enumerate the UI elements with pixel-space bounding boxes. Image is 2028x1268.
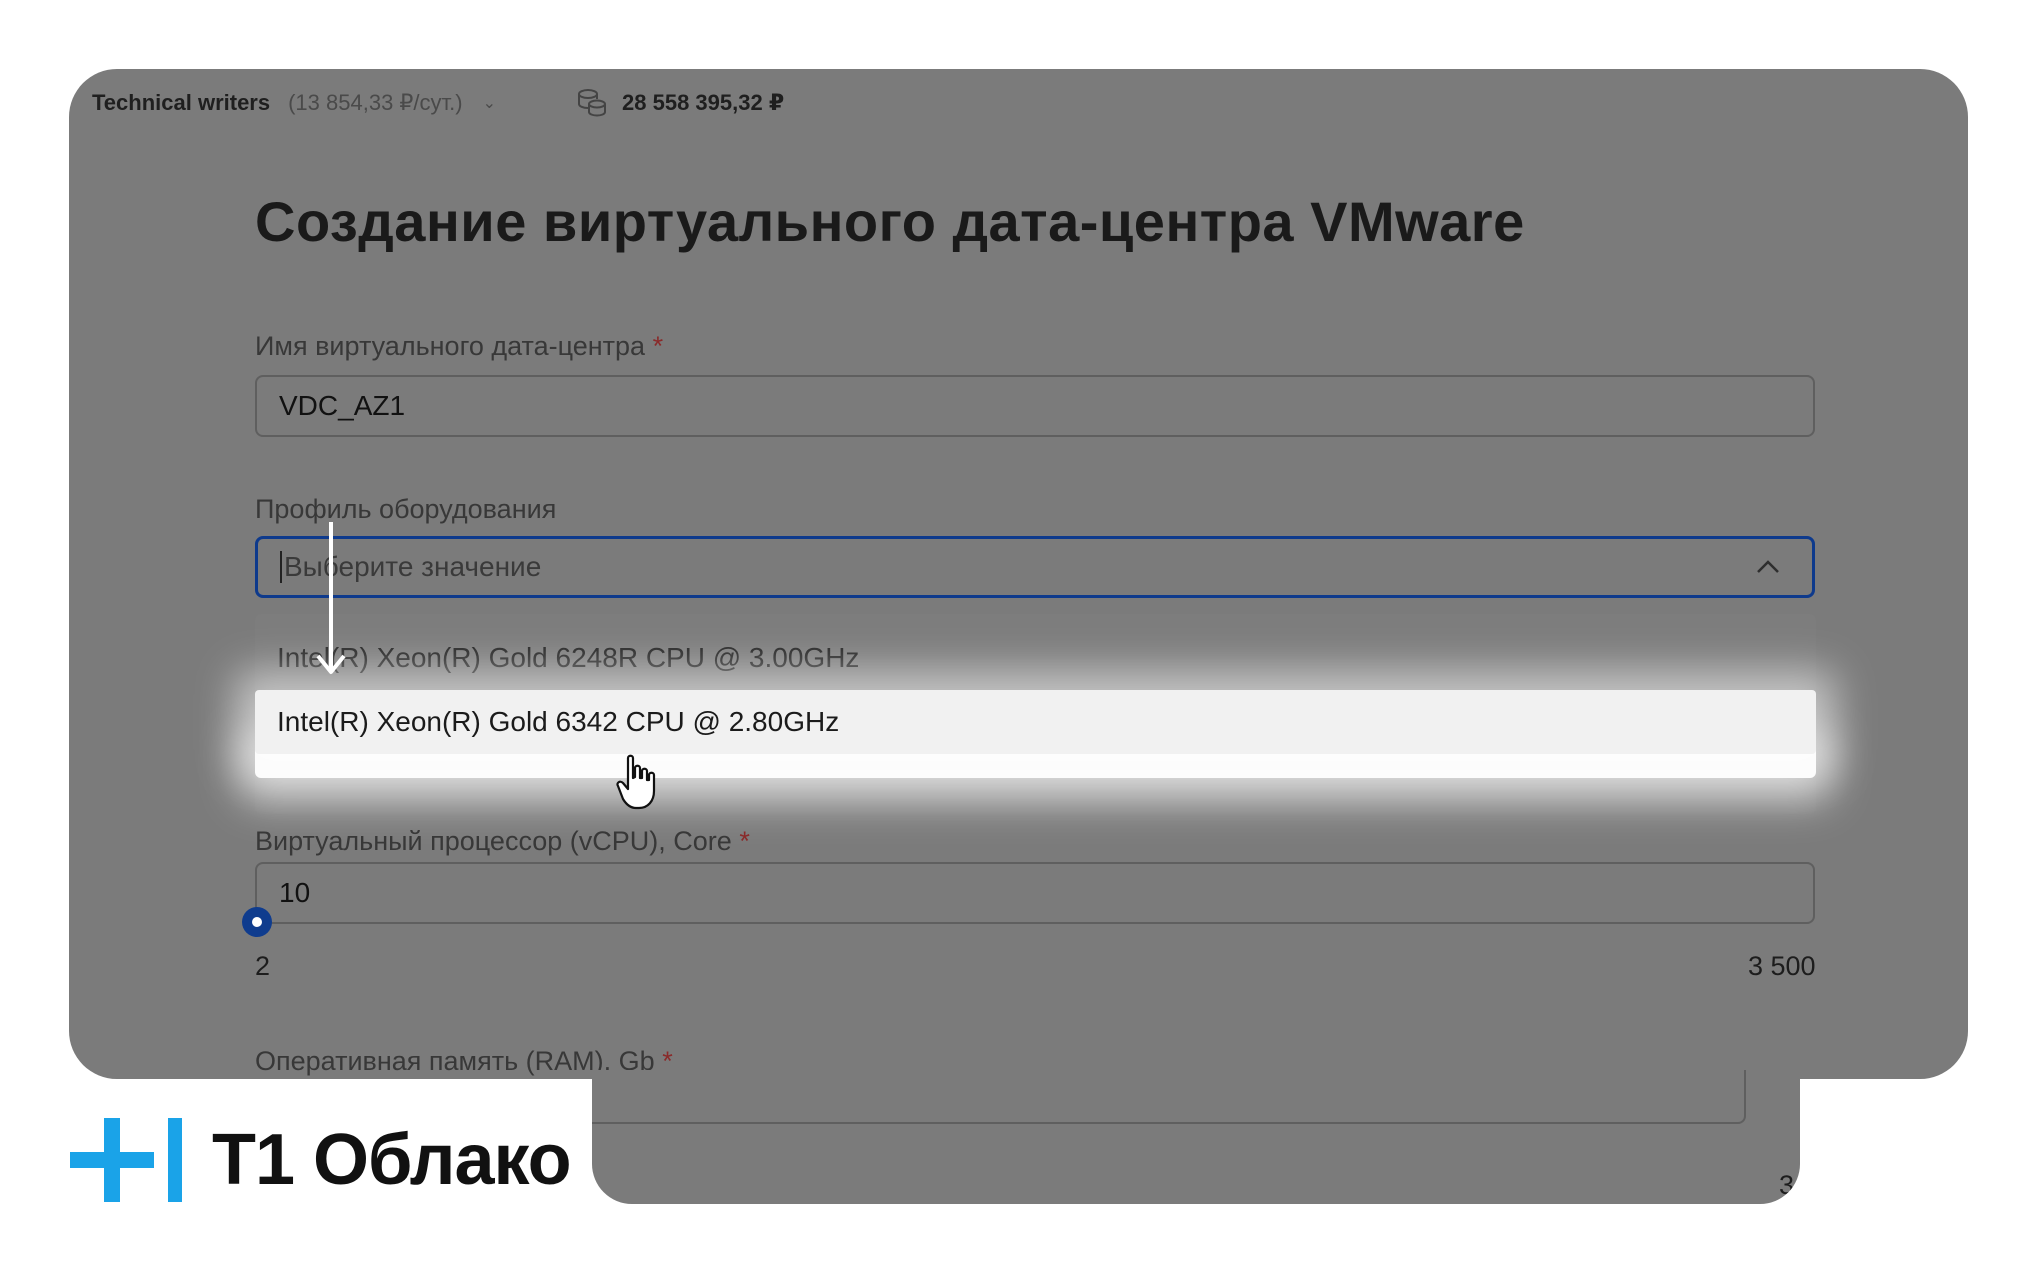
vdc-name-value: VDC_AZ1	[279, 390, 406, 421]
ram-input[interactable]	[592, 1070, 1746, 1124]
hardware-profile-select[interactable]: Выберите значение	[255, 536, 1815, 598]
page-title: Создание виртуального дата-центра VMware	[255, 190, 1525, 253]
brand-name: T1 Облако	[212, 1120, 572, 1200]
hand-cursor-icon	[616, 754, 656, 810]
ram-max: 3 0	[1779, 1170, 1795, 1204]
brand-logo: T1 Облако	[70, 1115, 572, 1205]
balance-amount: 28 558 395,32 ₽	[622, 90, 785, 115]
chevron-down-icon[interactable]: ⌄	[483, 93, 496, 113]
corner-area	[1800, 1079, 2028, 1268]
chevron-up-icon[interactable]	[1754, 553, 1782, 588]
app-frame: Technical writers (13 854,33 ₽/сут.) ⌄ 2…	[69, 69, 1968, 1079]
vcpu-max: 3 500	[1748, 951, 1816, 981]
project-name[interactable]: Technical writers	[92, 90, 270, 116]
vcpu-label: Виртуальный процессор (vCPU), Core *	[255, 826, 750, 856]
down-arrow-icon	[316, 522, 346, 674]
dropdown-option-highlighted[interactable]: Intel(R) Xeon(R) Gold 6342 CPU @ 2.80GHz	[255, 690, 1816, 754]
text-caret	[280, 551, 282, 583]
vcpu-input[interactable]: 10	[255, 862, 1815, 924]
top-bar: Technical writers (13 854,33 ₽/сут.) ⌄ 2…	[92, 83, 784, 123]
hardware-profile-label: Профиль оборудования	[255, 494, 557, 524]
vdc-name-input[interactable]: VDC_AZ1	[255, 375, 1815, 437]
logo-mark-icon	[70, 1118, 190, 1202]
vcpu-min: 2	[255, 951, 271, 981]
vdc-name-label: Имя виртуального дата-центра *	[255, 331, 664, 361]
coins-icon	[576, 87, 608, 119]
hardware-profile-dropdown: Intel(R) Xeon(R) Gold 6248R CPU @ 3.00GH…	[255, 614, 1816, 814]
project-rate: (13 854,33 ₽/сут.)	[288, 90, 463, 115]
app-frame-continuation: 3 0	[592, 1070, 1800, 1204]
vcpu-slider-thumb[interactable]	[242, 907, 272, 937]
vcpu-value: 10	[279, 877, 311, 908]
dropdown-option[interactable]: Intel(R) Xeon(R) Gold 6248R CPU @ 3.00GH…	[255, 626, 1816, 690]
